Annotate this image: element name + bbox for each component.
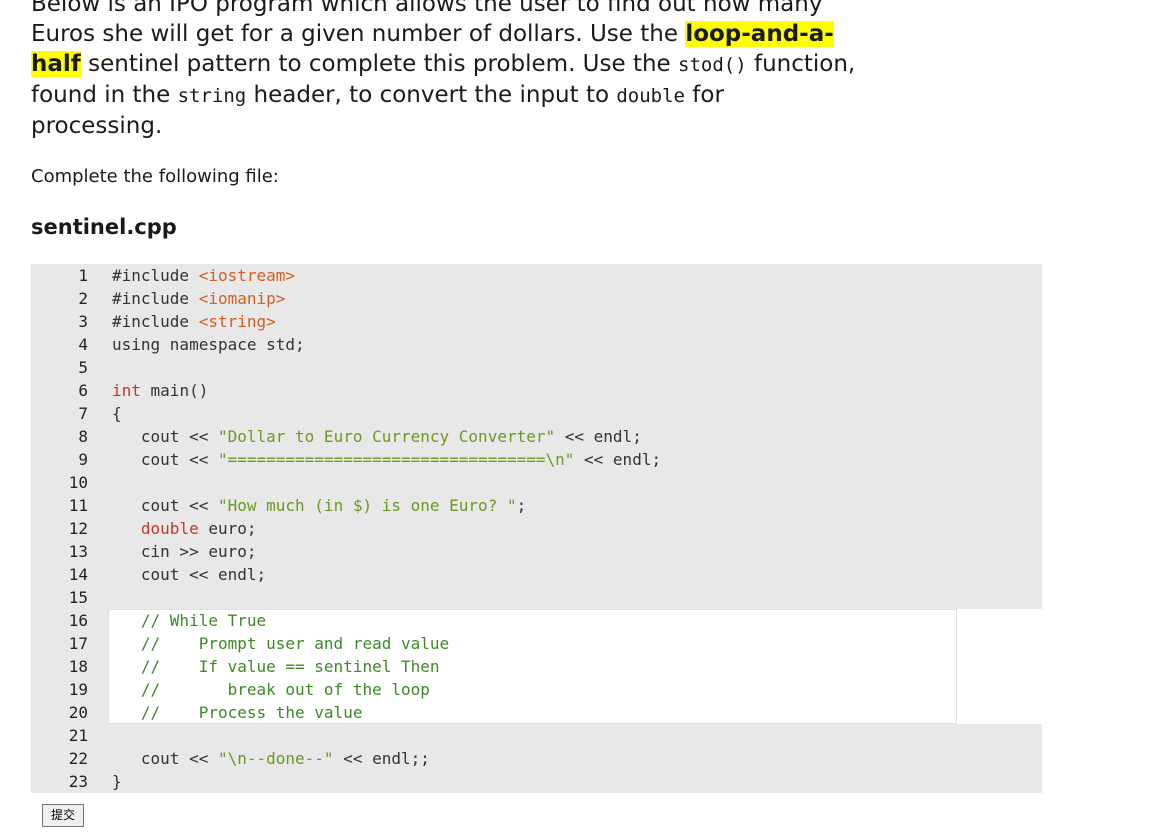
code-line: 11 cout << "How much (in $) is one Euro?…	[31, 494, 1042, 517]
inline-code-double: double	[616, 85, 685, 107]
intro-text-4: header, to convert the input to	[246, 82, 617, 108]
line-number: 6	[78, 381, 88, 400]
line-number: 18	[68, 657, 88, 676]
code-line: 14 cout << endl;	[31, 563, 1042, 586]
code-editor: 1 #include <iostream> 2 #include <iomanip>…	[31, 264, 1042, 793]
file-name-heading: sentinel.cpp	[31, 215, 177, 239]
line-number: 19	[68, 680, 88, 699]
code-line: 21	[31, 724, 1042, 747]
code-line: 15	[31, 586, 1042, 609]
code-line: 13 cin >> euro;	[31, 540, 1042, 563]
inline-code-stod: stod()	[678, 54, 747, 76]
code-line: 3 #include <string>	[31, 310, 1042, 333]
code-line: 9 cout << "=============================…	[31, 448, 1042, 471]
code-line: 6 int main()	[31, 379, 1042, 402]
line-number: 21	[68, 726, 88, 745]
line-number: 7	[78, 404, 88, 423]
line-number: 14	[68, 565, 88, 584]
code-line: 19 // break out of the loop	[31, 678, 1042, 701]
line-number: 12	[68, 519, 88, 538]
line-number: 13	[68, 542, 88, 561]
line-number: 8	[78, 427, 88, 446]
line-number: 3	[78, 312, 88, 331]
code-line: 22 cout << "\n--done--" << endl;;	[31, 747, 1042, 770]
line-number: 2	[78, 289, 88, 308]
code-line: 18 // If value == sentinel Then	[31, 655, 1042, 678]
line-number: 15	[68, 588, 88, 607]
submit-button[interactable]: 提交	[42, 804, 84, 827]
line-number: 23	[68, 772, 88, 791]
code-line: 1 #include <iostream>	[31, 264, 1042, 287]
line-number: 10	[68, 473, 88, 492]
instruction-text: Complete the following file:	[31, 166, 279, 187]
inline-code-string: string	[177, 85, 247, 107]
line-number: 1	[78, 266, 88, 285]
line-number: 4	[78, 335, 88, 354]
code-line: 8 cout << "Dollar to Euro Currency Conve…	[31, 425, 1042, 448]
line-number: 9	[78, 450, 88, 469]
code-line: 17 // Prompt user and read value	[31, 632, 1042, 655]
problem-description: Below is an IPO program which allows the…	[31, 0, 861, 141]
intro-text-2: sentinel pattern to complete this proble…	[80, 51, 679, 77]
line-number: 11	[68, 496, 88, 515]
line-number: 5	[78, 358, 88, 377]
line-number: 20	[68, 703, 88, 722]
code-line: 4 using namespace std;	[31, 333, 1042, 356]
code-line: 5	[31, 356, 1042, 379]
code-line: 10	[31, 471, 1042, 494]
code-line: 20 // Process the value	[31, 701, 1042, 724]
code-line: 23}	[31, 770, 1042, 793]
code-line: 12 double euro;	[31, 517, 1042, 540]
line-number: 17	[68, 634, 88, 653]
line-number: 16	[68, 611, 88, 630]
line-number: 22	[68, 749, 88, 768]
code-line: 16 // While True	[31, 609, 1042, 632]
code-line: 2 #include <iomanip>	[31, 287, 1042, 310]
code-line: 7{	[31, 402, 1042, 425]
